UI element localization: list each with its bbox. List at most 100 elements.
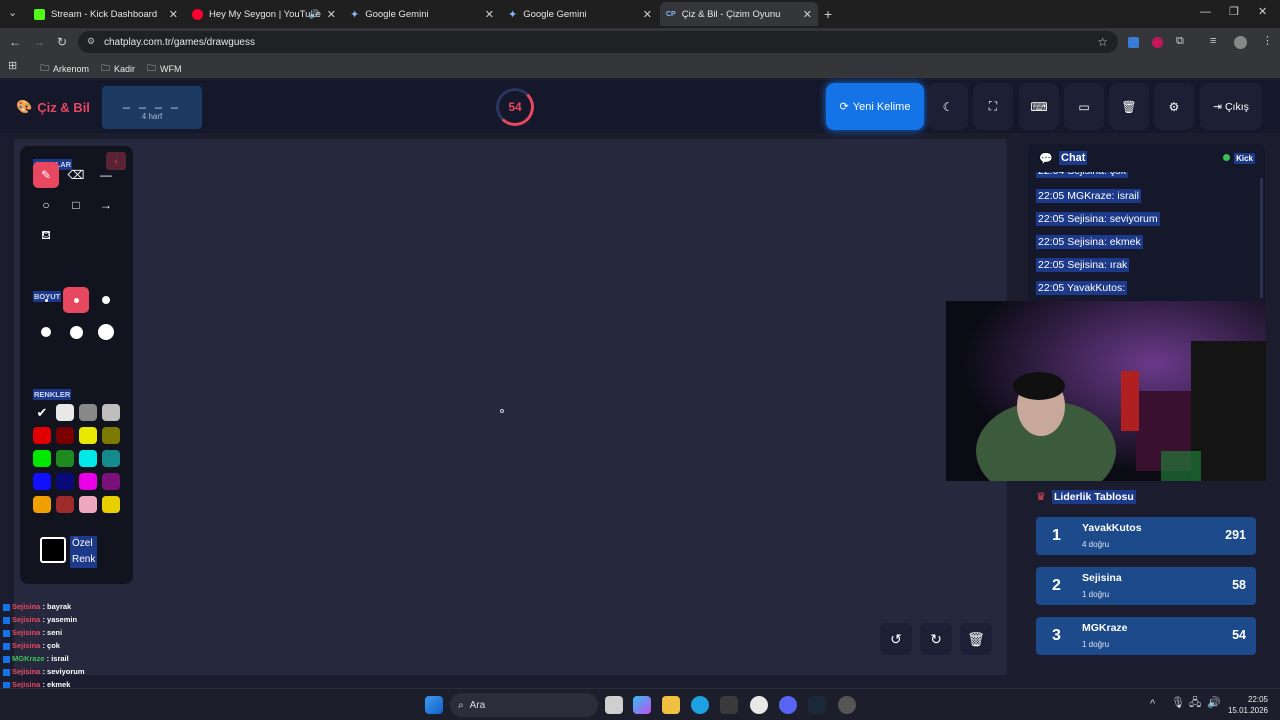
size-5[interactable]: [63, 319, 89, 345]
extensions-puzzle-icon[interactable]: ⧉: [1176, 36, 1184, 47]
color-swatch[interactable]: [79, 404, 97, 421]
maximize-icon[interactable]: ❐: [1229, 7, 1239, 18]
fullscreen-button[interactable]: ⛶: [973, 83, 1013, 130]
chrome-icon[interactable]: [750, 696, 768, 714]
color-swatch[interactable]: ✔: [33, 404, 51, 421]
color-swatch[interactable]: [33, 496, 51, 513]
rectangle-tool[interactable]: □: [63, 192, 89, 218]
network-icon[interactable]: 🖧: [1189, 698, 1201, 709]
color-swatch[interactable]: [102, 473, 120, 490]
edge-icon[interactable]: [691, 696, 709, 714]
color-swatch[interactable]: [79, 450, 97, 467]
tray-chevron-icon[interactable]: ^: [1150, 699, 1155, 710]
steam-icon[interactable]: [808, 696, 826, 714]
clock[interactable]: 22:05 15.01.2026: [1224, 694, 1268, 716]
translate-icon[interactable]: [1128, 37, 1139, 48]
color-swatch[interactable]: [79, 496, 97, 513]
tab-gemini-2[interactable]: ✦ Google Gemini ✕: [502, 2, 658, 26]
close-icon[interactable]: ✕: [485, 8, 494, 21]
close-icon[interactable]: ✕: [803, 8, 812, 21]
bookmark-arkenom[interactable]: 🗀 Arkenom: [40, 61, 89, 77]
forward-icon[interactable]: →: [33, 36, 45, 48]
line-tool[interactable]: —: [93, 162, 119, 188]
size-3[interactable]: [93, 287, 119, 313]
tab-ciz-bil[interactable]: CP Çiz & Bil - Çizim Oyunu ✕: [660, 2, 818, 26]
close-icon[interactable]: ✕: [643, 8, 652, 21]
color-swatch[interactable]: [56, 450, 74, 467]
color-swatch[interactable]: [56, 473, 74, 490]
arrow-right-icon: →: [100, 198, 112, 212]
task-view-icon[interactable]: [605, 696, 623, 714]
app-title: Çiz & Bil: [37, 99, 90, 115]
profile-avatar[interactable]: [1234, 36, 1247, 49]
fill-tool[interactable]: ⛾: [33, 223, 59, 249]
minimize-icon[interactable]: —: [1200, 7, 1211, 18]
size-4[interactable]: [33, 319, 59, 345]
undo-button[interactable]: ↺: [880, 623, 912, 655]
taskbar-search[interactable]: ⌕ Ara: [450, 693, 598, 717]
delete-button[interactable]: 🗑: [1109, 83, 1149, 130]
color-swatch[interactable]: [33, 427, 51, 444]
tab-gemini-1[interactable]: ✦ Google Gemini ✕: [344, 2, 500, 26]
player-name: Sejisina: [1082, 572, 1122, 584]
overlay-message: yasemin: [47, 615, 78, 624]
close-window-icon[interactable]: ✕: [1258, 7, 1267, 18]
size-1[interactable]: [33, 287, 59, 313]
keyboard-button[interactable]: ⌨: [1019, 83, 1059, 130]
color-swatch[interactable]: [56, 427, 74, 444]
extension-icon[interactable]: [1152, 37, 1163, 48]
url-input[interactable]: ⚙ chatplay.com.tr/games/drawguess ☆: [78, 31, 1118, 53]
tab-youtube[interactable]: Hey My Seygon | YouTube 🔊 ✕: [186, 2, 342, 26]
size-6[interactable]: [93, 319, 119, 345]
clear-canvas-button[interactable]: 🗑: [960, 623, 992, 655]
color-swatch[interactable]: [102, 427, 120, 444]
menu-icon[interactable]: ⋮: [1262, 36, 1273, 47]
reload-icon[interactable]: ↻: [57, 36, 67, 48]
reading-list-icon[interactable]: ≡: [1210, 36, 1216, 47]
eraser-tool[interactable]: ⌫: [63, 162, 89, 188]
color-swatch[interactable]: [33, 473, 51, 490]
discord-icon[interactable]: [779, 696, 797, 714]
bookmark-wfm[interactable]: 🗀 WFM: [147, 61, 182, 77]
store-icon[interactable]: [720, 696, 738, 714]
chat-scrollbar[interactable]: [1260, 178, 1263, 298]
bookmark-star-icon[interactable]: ☆: [1097, 35, 1108, 49]
color-swatch[interactable]: [79, 473, 97, 490]
archive-button[interactable]: ▭: [1064, 83, 1104, 130]
settings-button[interactable]: ⚙: [1154, 83, 1194, 130]
custom-color-picker[interactable]: [40, 537, 66, 563]
color-swatch[interactable]: [33, 450, 51, 467]
file-explorer-icon[interactable]: [662, 696, 680, 714]
new-word-button[interactable]: ⟳ Yeni Kelime: [826, 83, 924, 130]
dark-mode-button[interactable]: ☾: [928, 83, 968, 130]
app-icon[interactable]: [838, 696, 856, 714]
apps-grid-icon[interactable]: ⊞: [8, 61, 17, 72]
speaker-icon[interactable]: 🔊: [309, 9, 320, 20]
color-swatch[interactable]: [79, 427, 97, 444]
close-icon[interactable]: ✕: [327, 8, 336, 21]
close-icon[interactable]: ✕: [169, 8, 178, 21]
microphone-icon[interactable]: 🎙: [1171, 698, 1185, 709]
new-tab-icon[interactable]: +: [824, 7, 832, 21]
tab-search-icon[interactable]: ⌄: [8, 8, 17, 19]
color-swatch[interactable]: [56, 496, 74, 513]
color-swatch[interactable]: [102, 450, 120, 467]
redo-button[interactable]: ↻: [920, 623, 952, 655]
back-icon[interactable]: ←: [9, 36, 21, 48]
exit-button[interactable]: ⇥ Çıkış: [1200, 83, 1262, 130]
size-2[interactable]: [63, 287, 89, 313]
trash-icon: 🗑: [967, 630, 985, 647]
bookmark-kadir[interactable]: 🗀 Kadir: [101, 61, 135, 77]
drawing-canvas[interactable]: [14, 139, 1007, 675]
brush-tool[interactable]: ✎: [33, 162, 59, 188]
tab-kick-dashboard[interactable]: Stream - Kick Dashboard ✕: [28, 2, 184, 26]
volume-icon[interactable]: 🔊: [1207, 698, 1221, 709]
color-swatch[interactable]: [102, 496, 120, 513]
circle-tool[interactable]: ○: [33, 192, 59, 218]
arrow-tool[interactable]: →: [93, 192, 119, 218]
color-swatch[interactable]: [56, 404, 74, 421]
site-info-icon[interactable]: ⚙: [87, 36, 95, 47]
windows-start-icon[interactable]: [425, 696, 443, 714]
copilot-icon[interactable]: [633, 696, 651, 714]
color-swatch[interactable]: [102, 404, 120, 421]
